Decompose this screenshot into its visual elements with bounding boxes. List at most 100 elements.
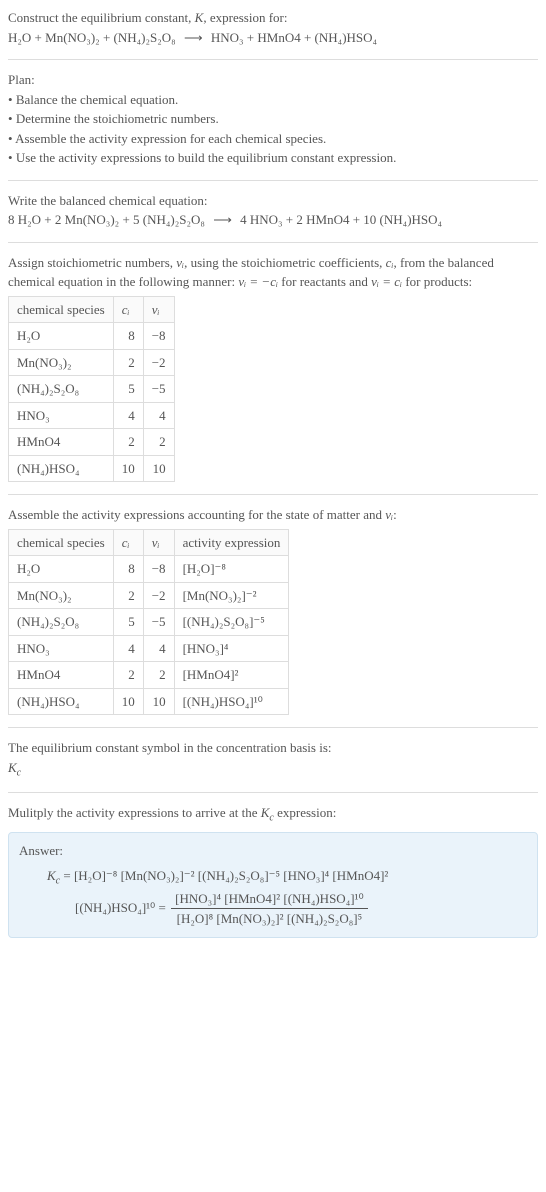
cell: 10 xyxy=(143,688,174,715)
table-row: HNO₃44[HNO₃]⁴ xyxy=(9,635,289,662)
cell: 8 xyxy=(113,556,143,583)
multiply-section: Mulitply the activity expressions to arr… xyxy=(8,803,538,938)
cell: Mn(NO₃)₂ xyxy=(9,582,114,609)
intro-equation: H₂O + Mn(NO₃)₂ + (NH₄)₂S₂O₈ ⟶ HNO₃ + HMn… xyxy=(8,28,538,48)
cell: 4 xyxy=(143,402,174,429)
cell: [HMnO4]² xyxy=(174,662,289,689)
text: Mulitply the activity expressions to arr… xyxy=(8,805,261,820)
answer-box: Answer: Kc = [H₂O]⁻⁸ [Mn(NO₃)₂]⁻² [(NH₄)… xyxy=(8,832,538,938)
intro-text2: , expression for: xyxy=(203,10,287,25)
cell: 2 xyxy=(113,582,143,609)
divider xyxy=(8,727,538,728)
cell: 10 xyxy=(113,688,143,715)
answer-label: Answer: xyxy=(19,841,527,861)
cell: 5 xyxy=(113,376,143,403)
table-row: (NH₄)HSO₄1010[(NH₄)HSO₄]¹⁰ xyxy=(9,688,289,715)
table-row: HMnO422[HMnO4]² xyxy=(9,662,289,689)
intro-text: Construct the equilibrium constant, xyxy=(8,10,195,25)
text: for reactants and xyxy=(278,274,371,289)
answer-line1: Kc = [H₂O]⁻⁸ [Mn(NO₃)₂]⁻² [(NH₄)₂S₂O₈]⁻⁵… xyxy=(19,866,527,889)
plan-item: Balance the chemical equation. xyxy=(8,90,538,110)
cell: −8 xyxy=(143,556,174,583)
answer-expr1: [H₂O]⁻⁸ [Mn(NO₃)₂]⁻² [(NH₄)₂S₂O₈]⁻⁵ [HNO… xyxy=(74,868,388,883)
cell: −8 xyxy=(143,323,174,350)
table-header-row: chemical species cᵢ νᵢ activity expressi… xyxy=(9,529,289,556)
intro-line1: Construct the equilibrium constant, K, e… xyxy=(8,8,538,28)
cell: −5 xyxy=(143,609,174,636)
balanced-rhs: 4 HNO₃ + 2 HMnO4 + 10 (NH₄)HSO₄ xyxy=(240,212,442,227)
answer-line2: [(NH₄)HSO₄]¹⁰ = [HNO₃]⁴ [HMnO4]² [(NH₄)H… xyxy=(19,889,527,929)
activity-section: Assemble the activity expressions accoun… xyxy=(8,505,538,715)
ci-symbol: cᵢ xyxy=(386,255,394,270)
answer-left: [(NH₄)HSO₄]¹⁰ = xyxy=(75,900,169,915)
equation-lhs: H₂O + Mn(NO₃)₂ + (NH₄)₂S₂O₈ xyxy=(8,30,176,45)
cell: [HNO₃]⁴ xyxy=(174,635,289,662)
fraction: [HNO₃]⁴ [HMnO4]² [(NH₄)HSO₄]¹⁰ [H₂O]⁸ [M… xyxy=(169,889,370,929)
arrow-icon: ⟶ xyxy=(208,212,237,227)
divider xyxy=(8,59,538,60)
symbol-heading: The equilibrium constant symbol in the c… xyxy=(8,738,538,758)
cell: 4 xyxy=(113,402,143,429)
cell: (NH₄)HSO₄ xyxy=(9,688,114,715)
table-row: (NH₄)₂S₂O₈5−5[(NH₄)₂S₂O₈]⁻⁵ xyxy=(9,609,289,636)
cell: 8 xyxy=(113,323,143,350)
col-activity: activity expression xyxy=(174,529,289,556)
col-species: chemical species xyxy=(9,296,114,323)
activity-table: chemical species cᵢ νᵢ activity expressi… xyxy=(8,529,289,716)
table-row: HMnO422 xyxy=(9,429,175,456)
cell: 2 xyxy=(143,429,174,456)
arrow-icon: ⟶ xyxy=(179,30,208,45)
balanced-heading: Write the balanced chemical equation: xyxy=(8,191,538,211)
assign-section: Assign stoichiometric numbers, νᵢ, using… xyxy=(8,253,538,483)
text: , using the stoichiometric coefficients, xyxy=(184,255,386,270)
multiply-heading: Mulitply the activity expressions to arr… xyxy=(8,803,538,826)
cell: [(NH₄)HSO₄]¹⁰ xyxy=(174,688,289,715)
cell: 4 xyxy=(143,635,174,662)
symbol-section: The equilibrium constant symbol in the c… xyxy=(8,738,538,780)
cell: (NH₄)₂S₂O₈ xyxy=(9,609,114,636)
col-ci: cᵢ xyxy=(113,529,143,556)
cell: 2 xyxy=(113,349,143,376)
text: expression: xyxy=(274,805,336,820)
divider xyxy=(8,792,538,793)
table-row: H₂O8−8 xyxy=(9,323,175,350)
divider xyxy=(8,180,538,181)
assign-text: Assign stoichiometric numbers, νᵢ, using… xyxy=(8,253,538,292)
table-row: (NH₄)₂S₂O₈5−5 xyxy=(9,376,175,403)
cell: [H₂O]⁻⁸ xyxy=(174,556,289,583)
fraction-denominator: [H₂O]⁸ [Mn(NO₃)₂]² [(NH₄)₂S₂O₈]⁵ xyxy=(171,909,368,929)
eq2: νᵢ = cᵢ xyxy=(371,274,402,289)
balanced-equation: 8 H₂O + 2 Mn(NO₃)₂ + 5 (NH₄)₂S₂O₈ ⟶ 4 HN… xyxy=(8,210,538,230)
balanced-lhs: 8 H₂O + 2 Mn(NO₃)₂ + 5 (NH₄)₂S₂O₈ xyxy=(8,212,205,227)
cell: −5 xyxy=(143,376,174,403)
text: : xyxy=(393,507,397,522)
stoichiometry-table: chemical species cᵢ νᵢ H₂O8−8 Mn(NO₃)₂2−… xyxy=(8,296,175,483)
cell: 10 xyxy=(143,455,174,482)
plan-item: Assemble the activity expression for eac… xyxy=(8,129,538,149)
text: for products: xyxy=(402,274,472,289)
cell: Mn(NO₃)₂ xyxy=(9,349,114,376)
col-nui: νᵢ xyxy=(143,529,174,556)
cell: H₂O xyxy=(9,556,114,583)
plan-heading: Plan: xyxy=(8,70,538,90)
plan-item: Use the activity expressions to build th… xyxy=(8,148,538,168)
table-header-row: chemical species cᵢ νᵢ xyxy=(9,296,175,323)
cell: H₂O xyxy=(9,323,114,350)
cell: HNO₃ xyxy=(9,635,114,662)
cell: [(NH₄)₂S₂O₈]⁻⁵ xyxy=(174,609,289,636)
cell: HMnO4 xyxy=(9,429,114,456)
cell: [Mn(NO₃)₂]⁻² xyxy=(174,582,289,609)
plan-list: Balance the chemical equation. Determine… xyxy=(8,90,538,168)
table-row: (NH₄)HSO₄1010 xyxy=(9,455,175,482)
cell: 2 xyxy=(113,429,143,456)
cell: 4 xyxy=(113,635,143,662)
eq1: νᵢ = −cᵢ xyxy=(238,274,278,289)
cell: −2 xyxy=(143,349,174,376)
cell: 2 xyxy=(143,662,174,689)
table-row: Mn(NO₃)₂2−2[Mn(NO₃)₂]⁻² xyxy=(9,582,289,609)
intro-section: Construct the equilibrium constant, K, e… xyxy=(8,8,538,47)
cell: HNO₃ xyxy=(9,402,114,429)
cell: HMnO4 xyxy=(9,662,114,689)
text: Assemble the activity expressions accoun… xyxy=(8,507,385,522)
plan-section: Plan: Balance the chemical equation. Det… xyxy=(8,70,538,168)
